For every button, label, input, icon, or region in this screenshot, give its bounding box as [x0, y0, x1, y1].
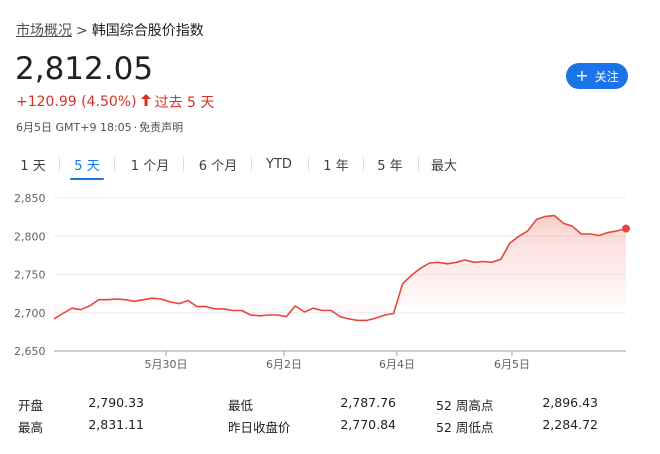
y-tick-label: 2,650 [14, 345, 46, 358]
x-tick-label: 6月2日 [266, 358, 302, 371]
stat-label-open: 开盘 [18, 398, 44, 413]
stat-label-52wk-high: 52 周高点 [436, 398, 494, 413]
tab-5-day[interactable]: 5 天 [70, 150, 104, 180]
price-change-value: +120.99 (4.50%) [16, 94, 137, 110]
breadcrumb-current: 韩国综合股价指数 [91, 23, 204, 39]
y-tick-label: 2,750 [14, 269, 46, 282]
tab-1-year[interactable]: 1 年 [316, 150, 356, 178]
tab-divider [308, 157, 309, 171]
y-tick-label: 2,700 [14, 307, 46, 320]
tab-5-year[interactable]: 5 年 [370, 150, 410, 178]
y-tick-label: 2,800 [14, 230, 46, 243]
tab-label: 5 天 [74, 158, 100, 174]
tab-max[interactable]: 最大 [426, 150, 462, 178]
y-tick-label: 2,850 [14, 192, 46, 205]
tab-1-month[interactable]: 1 个月 [124, 150, 176, 178]
arrow-up-icon [140, 94, 151, 110]
tab-label: 最大 [430, 158, 457, 174]
price-change: +120.99 (4.50%) 过去 5 天 [16, 92, 214, 112]
tab-label: YTD [266, 156, 292, 172]
follow-button-label: 关注 [594, 69, 619, 84]
price-chart[interactable]: 2,650 2,700 2,750 2,800 2,850 5月30日 6月2日 6月4日 6… [0, 188, 660, 378]
x-tick-label: 5月30日 [145, 358, 188, 371]
separator-dot: · [133, 121, 138, 134]
stat-value-low: 2,787.76 [340, 395, 396, 410]
follow-button[interactable]: + 关注 [566, 63, 628, 89]
price-change-period: 过去 5 天 [154, 95, 215, 111]
x-tick-label: 6月4日 [379, 358, 415, 371]
tab-label: 1 个月 [130, 158, 170, 174]
stat-label-high: 最高 [18, 420, 44, 435]
tab-label: 6 个月 [198, 158, 238, 174]
stat-value-prev-close: 2,770.84 [340, 417, 396, 432]
x-axis-labels: 5月30日 6月2日 6月4日 6月5日 [145, 351, 530, 371]
price-area-fill [54, 215, 626, 321]
time-range-tabs: 1 天 5 天 1 个月 6 个月 YTD 1 年 5 年 最大 [0, 150, 660, 180]
plus-icon: + [575, 66, 589, 85]
stat-label-prev-close: 昨日收盘价 [228, 420, 291, 435]
breadcrumb: 市场概况 > 韩国综合股价指数 [16, 20, 204, 40]
disclaimer-link[interactable]: 免责声明 [139, 121, 183, 134]
quote-timestamp: 6月5日 GMT+9 18:05 [16, 121, 132, 134]
tab-divider [363, 157, 364, 171]
stat-label-52wk-low: 52 周低点 [436, 420, 494, 435]
last-price-point [622, 224, 630, 233]
tab-label: 1 天 [20, 158, 46, 174]
quote-timestamp-row: 6月5日 GMT+9 18:05 · 免责声明 [16, 119, 183, 135]
stat-value-52wk-low: 2,284.72 [542, 417, 598, 432]
tab-label: 5 年 [377, 158, 403, 174]
y-axis-labels: 2,650 2,700 2,750 2,800 2,850 [14, 192, 46, 358]
tab-1-day[interactable]: 1 天 [14, 150, 52, 178]
tab-6-month[interactable]: 6 个月 [192, 150, 244, 178]
tab-label: 1 年 [323, 158, 349, 174]
x-tick-label: 6月5日 [494, 358, 530, 371]
stat-label-low: 最低 [228, 398, 254, 413]
stat-value-open: 2,790.33 [88, 395, 144, 410]
breadcrumb-separator: > [76, 23, 88, 39]
tab-divider [59, 157, 60, 171]
stat-value-high: 2,831.11 [88, 417, 144, 432]
tab-divider [114, 157, 115, 171]
tab-divider [418, 157, 419, 171]
breadcrumb-market-overview-link[interactable]: 市场概况 [16, 23, 72, 39]
current-price: 2,812.05 [15, 51, 154, 87]
tab-divider [251, 157, 252, 171]
tab-divider [183, 157, 184, 171]
stat-value-52wk-high: 2,896.43 [542, 395, 598, 410]
tab-ytd[interactable]: YTD [260, 150, 298, 178]
